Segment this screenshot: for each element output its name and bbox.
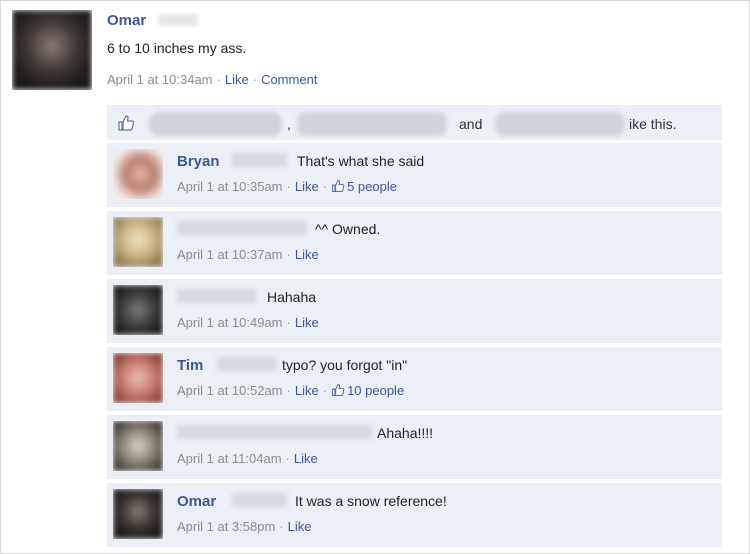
commenter-name[interactable]: Tim bbox=[177, 357, 203, 374]
post-text: 6 to 10 inches my ass. bbox=[107, 40, 247, 56]
comment-meta: April 1 at 10:37am · Like bbox=[177, 247, 319, 262]
comment-like-link[interactable]: Like bbox=[288, 519, 312, 534]
comment-meta: April 1 at 10:35am · Like · 5 people bbox=[177, 179, 397, 194]
likes-count-label: 5 people bbox=[347, 179, 397, 194]
post-author-blurred-name bbox=[158, 14, 198, 26]
comment-like-link[interactable]: Like bbox=[294, 451, 318, 466]
comment-like-link[interactable]: Like bbox=[295, 179, 319, 194]
comment-item: Omar It was a snow reference! April 1 at… bbox=[107, 483, 722, 547]
post-timestamp[interactable]: April 1 at 10:34am bbox=[107, 72, 213, 87]
comment-text: Hahaha bbox=[267, 289, 317, 305]
thumbs-up-icon bbox=[118, 115, 135, 131]
likes-count-label: 10 people bbox=[347, 383, 405, 398]
comment-like-link[interactable]: Like bbox=[295, 247, 319, 262]
comment-like-link[interactable]: Like bbox=[295, 315, 319, 330]
comments-section: , and ike this. Bryan That's what she sa… bbox=[107, 105, 722, 547]
comment-timestamp[interactable]: April 1 at 10:37am bbox=[177, 247, 283, 262]
post-author-name[interactable]: Omar bbox=[107, 12, 146, 29]
separator-dot: · bbox=[286, 179, 291, 194]
separator-dot: · bbox=[252, 72, 258, 87]
comment-timestamp[interactable]: April 1 at 11:04am bbox=[177, 451, 282, 466]
commenter-name-blurred[interactable] bbox=[177, 289, 257, 303]
commenter-name-blurred bbox=[217, 357, 277, 371]
commenter-avatar[interactable] bbox=[113, 353, 163, 403]
comment-text: Ahaha!!!! bbox=[377, 425, 434, 441]
post-meta: April 1 at 10:34am · Like · Comment bbox=[107, 72, 317, 87]
post-author-avatar[interactable] bbox=[12, 10, 92, 90]
commenter-name-blurred bbox=[232, 153, 287, 167]
likes-comma: , bbox=[287, 116, 291, 132]
comment-text: It was a snow reference! bbox=[295, 493, 447, 509]
separator-dot: · bbox=[322, 383, 328, 398]
liker-name-blurred[interactable] bbox=[495, 112, 625, 136]
separator-dot: · bbox=[322, 179, 328, 194]
separator-dot: · bbox=[216, 72, 221, 87]
separator-dot: · bbox=[285, 451, 290, 466]
post-comment-link[interactable]: Comment bbox=[261, 72, 317, 87]
comment-text: ^^ Owned. bbox=[315, 221, 381, 237]
comment-text: That's what she said bbox=[297, 153, 425, 169]
thumbs-up-icon bbox=[332, 180, 345, 192]
commenter-avatar[interactable] bbox=[113, 489, 163, 539]
likes-suffix: ike this. bbox=[629, 116, 677, 132]
comment-timestamp[interactable]: April 1 at 3:58pm bbox=[177, 519, 275, 534]
commenter-name-blurred[interactable] bbox=[177, 425, 372, 439]
comment-timestamp[interactable]: April 1 at 10:35am bbox=[177, 179, 283, 194]
comment-item: ^^ Owned. April 1 at 10:37am · Like bbox=[107, 211, 722, 275]
comment-item: Bryan That's what she said April 1 at 10… bbox=[107, 143, 722, 207]
post-like-link[interactable]: Like bbox=[225, 72, 249, 87]
comment-text: typo? you forgot "in" bbox=[282, 357, 408, 373]
separator-dot: · bbox=[286, 315, 291, 330]
commenter-name-blurred bbox=[232, 493, 287, 507]
comment-item: Hahaha April 1 at 10:49am · Like bbox=[107, 279, 722, 343]
thumbs-up-icon bbox=[332, 384, 345, 396]
comment-like-link[interactable]: Like bbox=[295, 383, 319, 398]
commenter-avatar[interactable] bbox=[113, 217, 163, 267]
commenter-name[interactable]: Bryan bbox=[177, 153, 220, 170]
comment-item: Tim typo? you forgot "in" April 1 at 10:… bbox=[107, 347, 722, 411]
separator-dot: · bbox=[279, 519, 284, 534]
commenter-name-blurred[interactable] bbox=[177, 221, 307, 235]
comment-timestamp[interactable]: April 1 at 10:49am bbox=[177, 315, 283, 330]
comment-item: Ahaha!!!! April 1 at 11:04am · Like bbox=[107, 415, 722, 479]
comment-meta: April 1 at 10:52am · Like · 10 people bbox=[177, 383, 404, 398]
separator-dot: · bbox=[286, 247, 291, 262]
comment-likes-count[interactable]: 10 people bbox=[331, 383, 404, 398]
comment-meta: April 1 at 3:58pm · Like bbox=[177, 519, 311, 534]
separator-dot: · bbox=[286, 383, 291, 398]
liker-name-blurred[interactable] bbox=[297, 112, 447, 136]
comment-likes-count[interactable]: 5 people bbox=[331, 179, 397, 194]
liker-name-blurred[interactable] bbox=[149, 112, 282, 136]
commenter-avatar[interactable] bbox=[113, 149, 163, 199]
comment-meta: April 1 at 10:49am · Like bbox=[177, 315, 319, 330]
likes-and-label: and bbox=[459, 116, 483, 132]
commenter-avatar[interactable] bbox=[113, 421, 163, 471]
comment-meta: April 1 at 11:04am · Like bbox=[177, 451, 318, 466]
commenter-name[interactable]: Omar bbox=[177, 493, 216, 510]
commenter-avatar[interactable] bbox=[113, 285, 163, 335]
comment-timestamp[interactable]: April 1 at 10:52am bbox=[177, 383, 283, 398]
likes-summary: , and ike this. bbox=[107, 105, 722, 141]
